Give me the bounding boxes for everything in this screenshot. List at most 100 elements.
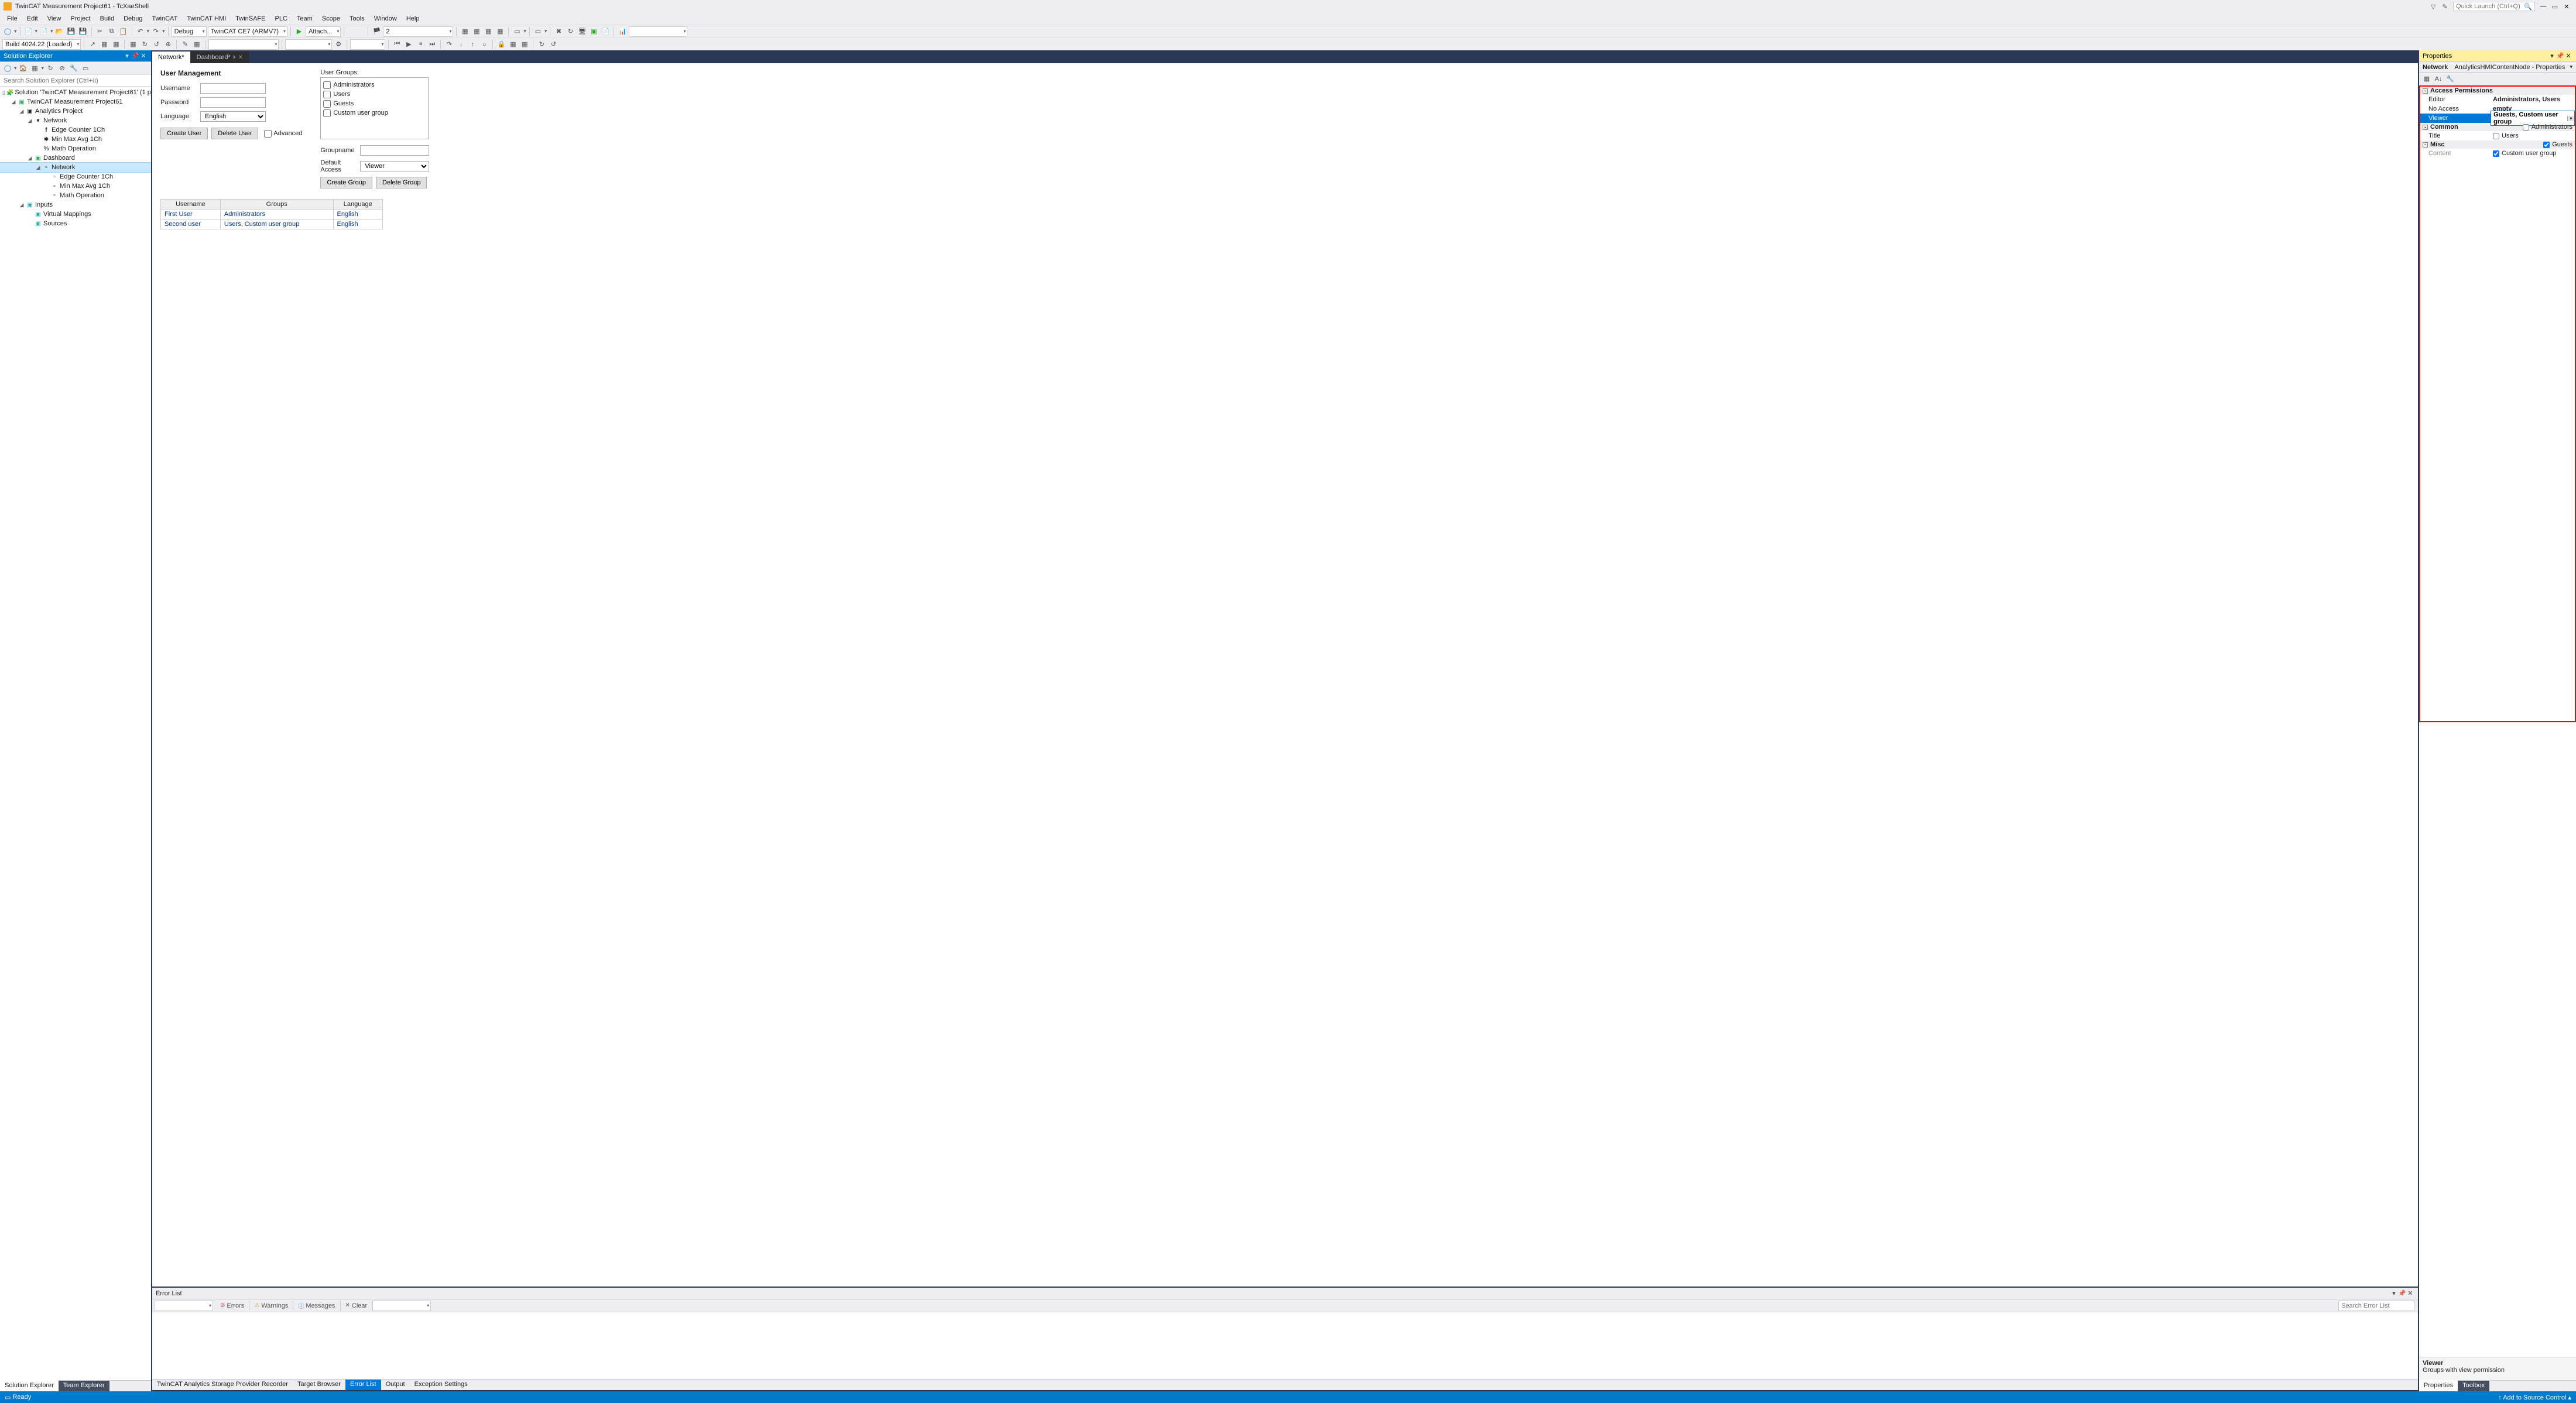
group-guests-checkbox[interactable] <box>323 100 331 108</box>
menu-view[interactable]: View <box>43 14 66 23</box>
prop-editor[interactable]: EditorAdministrators, Users <box>2420 95 2575 104</box>
tab-target-browser[interactable]: Target Browser <box>293 1380 345 1390</box>
table-row[interactable]: First UserAdministratorsEnglish <box>161 210 383 219</box>
tab-close-icon[interactable]: ✕ <box>238 54 243 61</box>
sync-icon[interactable]: ↻ <box>45 63 56 74</box>
prop-viewer[interactable]: ViewerGuests, Custom user group▾ <box>2420 114 2575 123</box>
tab-network[interactable]: Network* <box>152 52 190 63</box>
viewer-custom-checkbox[interactable] <box>2493 150 2499 157</box>
menu-plc[interactable]: PLC <box>270 14 292 23</box>
group-custom-checkbox[interactable] <box>323 109 331 117</box>
th-username[interactable]: Username <box>161 200 221 210</box>
quick-launch-input[interactable]: Quick Launch (Ctrl+Q)🔍 <box>2453 2 2535 11</box>
start-icon[interactable]: ▶ <box>294 26 304 37</box>
tb2-icon-7[interactable]: ⊕ <box>163 39 173 50</box>
menu-debug[interactable]: Debug <box>119 14 147 23</box>
icon-reload2[interactable]: ↻ <box>536 39 547 50</box>
undo-icon[interactable]: ↶ <box>135 26 146 37</box>
table-row[interactable]: Second userUsers, Custom user groupEngli… <box>161 219 383 229</box>
num-dropdown[interactable]: 2 <box>383 26 453 37</box>
tab-output[interactable]: Output <box>381 1380 410 1390</box>
menu-twinsafe[interactable]: TwinSAFE <box>231 14 270 23</box>
menu-window[interactable]: Window <box>369 14 402 23</box>
username-input[interactable] <box>200 83 266 94</box>
copy-icon[interactable]: ⧉ <box>107 26 117 37</box>
delete-group-button[interactable]: Delete Group <box>376 177 427 188</box>
error-scope-dropdown[interactable] <box>155 1301 213 1311</box>
tb2-gear-icon[interactable]: ⚙ <box>333 39 344 50</box>
empty-dropdown[interactable] <box>629 26 687 37</box>
se-icon-2[interactable]: ⊘ <box>57 63 67 74</box>
redo-icon[interactable]: ↷ <box>150 26 161 37</box>
tab-solution-explorer[interactable]: Solution Explorer <box>0 1380 59 1391</box>
advanced-checkbox[interactable] <box>264 130 272 138</box>
skip-end-icon[interactable]: ⏭ <box>427 39 437 50</box>
filter-icon[interactable]: ▽ <box>2428 3 2438 11</box>
build-dropdown[interactable]: Build 4024.22 (Loaded) <box>2 39 81 50</box>
tb2-icon-2[interactable]: ▦ <box>99 39 109 50</box>
tree-edge-counter-2[interactable]: ▫Edge Counter 1Ch <box>0 172 151 181</box>
attach-dropdown[interactable]: Attach... <box>306 26 341 37</box>
menu-twincat-hmi[interactable]: TwinCAT HMI <box>182 14 231 23</box>
tree-virtual-mappings[interactable]: ▣Virtual Mappings <box>0 210 151 219</box>
paste-icon[interactable]: 📋 <box>118 26 129 37</box>
default-access-select[interactable]: Viewer <box>360 161 429 171</box>
prop-wrench-icon[interactable]: 🔧 <box>2445 74 2455 84</box>
password-input[interactable] <box>200 97 266 108</box>
create-user-button[interactable]: Create User <box>160 128 208 139</box>
tab-toolbox[interactable]: Toolbox <box>2458 1381 2489 1391</box>
empty-dropdown-2[interactable] <box>208 39 279 50</box>
menu-edit[interactable]: Edit <box>22 14 43 23</box>
th-language[interactable]: Language <box>333 200 382 210</box>
step-icon-2[interactable]: ↓ <box>455 39 466 50</box>
tb-icon-3[interactable]: ▦ <box>483 26 494 37</box>
pause-icon[interactable]: ⏸ <box>415 39 426 50</box>
panel-close-icon[interactable]: ✕ <box>2564 52 2572 60</box>
tb-green-icon[interactable]: ▣ <box>588 26 599 37</box>
platform-dropdown[interactable]: TwinCAT CE7 (ARMV7) <box>208 26 287 37</box>
error-search-input[interactable] <box>2338 1301 2414 1311</box>
wrench-icon[interactable]: 🔧 <box>68 63 79 74</box>
solution-search-input[interactable] <box>0 75 151 86</box>
icon-b1[interactable]: ▦ <box>508 39 518 50</box>
th-groups[interactable]: Groups <box>220 200 333 210</box>
tb-icon-1[interactable]: ▦ <box>460 26 470 37</box>
cat-misc[interactable]: -Misc Guests <box>2420 140 2575 149</box>
panel-menu-icon[interactable]: ▾ <box>123 52 131 60</box>
tb2-icon-8[interactable]: ✎ <box>180 39 190 50</box>
tree-math-2[interactable]: ▫Math Operation <box>0 191 151 200</box>
properties-header[interactable]: Properties ▾ 📌 ✕ <box>2419 50 2576 62</box>
skip-start-icon[interactable]: ⏮ <box>392 39 402 50</box>
se-icon-1[interactable]: ▦ <box>30 63 40 74</box>
menu-twincat[interactable]: TwinCAT <box>148 14 183 23</box>
restore-button[interactable]: ▭ <box>2549 3 2561 11</box>
tb-chart-icon[interactable]: 📊 <box>617 26 628 37</box>
tree-analytics[interactable]: ◢▣Analytics Project <box>0 107 151 116</box>
tb2-icon-9[interactable]: ▦ <box>191 39 202 50</box>
minimize-button[interactable]: — <box>2537 3 2549 10</box>
new-item-icon[interactable]: 📄 <box>39 26 49 37</box>
tb-icon-5[interactable]: ▭ <box>512 26 522 37</box>
tree-math-1[interactable]: %Math Operation <box>0 144 151 153</box>
cat-access-permissions[interactable]: -Access Permissions <box>2420 87 2575 95</box>
delete-user-button[interactable]: Delete User <box>211 128 258 139</box>
step-icon-1[interactable]: ↷ <box>444 39 454 50</box>
se-icon-3[interactable]: ▭ <box>80 63 91 74</box>
menu-file[interactable]: File <box>2 14 22 23</box>
save-icon[interactable]: 💾 <box>66 26 77 37</box>
tab-pin-icon[interactable]: ⏵ <box>233 54 236 61</box>
solution-search[interactable] <box>0 75 151 87</box>
save-all-icon[interactable]: 💾 <box>78 26 88 37</box>
tb-doc-icon[interactable]: 📄 <box>600 26 611 37</box>
pin-icon[interactable]: 📌 <box>131 52 139 60</box>
advanced-checkbox-label[interactable]: Advanced <box>264 130 304 138</box>
errors-filter[interactable]: ⊘Errors <box>215 1301 249 1311</box>
tab-dashboard[interactable]: Dashboard*⏵✕ <box>191 52 249 63</box>
panel-menu-icon[interactable]: ▾ <box>2548 52 2556 60</box>
language-select[interactable]: English <box>200 111 266 122</box>
menu-tools[interactable]: Tools <box>345 14 369 23</box>
menu-project[interactable]: Project <box>66 14 95 23</box>
close-button[interactable]: ✕ <box>2561 3 2572 11</box>
properties-object-row[interactable]: Network AnalyticsHMIContentNode - Proper… <box>2419 62 2576 73</box>
prop-content[interactable]: ContentCustom user group <box>2420 149 2575 158</box>
